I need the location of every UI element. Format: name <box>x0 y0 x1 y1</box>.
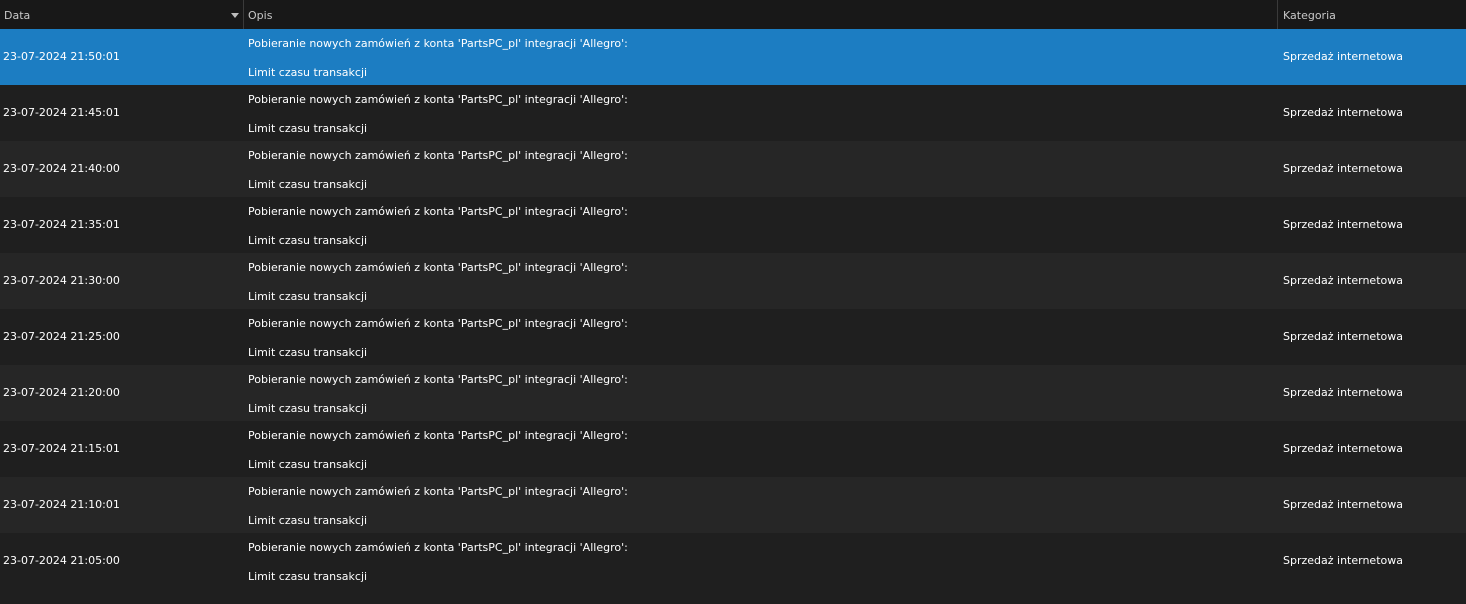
row-description-line1: Pobieranie nowych zamówień z konta 'Part… <box>248 373 628 386</box>
row-date: 23-07-2024 21:35:01 <box>3 218 120 231</box>
row-description-line2: Limit czasu transakcji <box>248 290 368 303</box>
row-description-line1: Pobieranie nowych zamówień z konta 'Part… <box>248 429 628 442</box>
column-header-date-label: Data <box>4 9 31 22</box>
row-description-line2: Limit czasu transakcji <box>248 570 368 583</box>
column-header-category[interactable]: Kategoria <box>1278 0 1466 29</box>
table-row[interactable]: 23-07-2024 21:10:01 Pobieranie nowych zam… <box>0 477 1466 533</box>
log-rows: 23-07-2024 21:50:01 Pobieranie nowych zam… <box>0 29 1466 589</box>
row-description-line1: Pobieranie nowych zamówień z konta 'Part… <box>248 93 628 106</box>
row-description-line2: Limit czasu transakcji <box>248 122 368 135</box>
column-header-description-label: Opis <box>248 9 273 22</box>
sort-descending-icon[interactable] <box>231 13 239 18</box>
row-description-line2: Limit czasu transakcji <box>248 402 368 415</box>
row-date: 23-07-2024 21:45:01 <box>3 106 120 119</box>
row-category: Sprzedaż internetowa <box>1283 106 1403 119</box>
row-category: Sprzedaż internetowa <box>1283 330 1403 343</box>
row-description-line1: Pobieranie nowych zamówień z konta 'Part… <box>248 541 628 554</box>
row-description-line1: Pobieranie nowych zamówień z konta 'Part… <box>248 37 628 50</box>
row-category: Sprzedaż internetowa <box>1283 274 1403 287</box>
table-row[interactable]: 23-07-2024 21:15:01 Pobieranie nowych zam… <box>0 421 1466 477</box>
column-header-date[interactable]: Data <box>0 0 244 29</box>
row-date: 23-07-2024 21:20:00 <box>3 386 120 399</box>
log-grid: Data Opis Kategoria 23-07-2024 21:50:01 P… <box>0 0 1466 604</box>
row-date: 23-07-2024 21:05:00 <box>3 554 120 567</box>
row-category: Sprzedaż internetowa <box>1283 498 1403 511</box>
row-description-line2: Limit czasu transakcji <box>248 514 368 527</box>
column-header-category-label: Kategoria <box>1283 9 1336 22</box>
table-row[interactable]: 23-07-2024 21:50:01 Pobieranie nowych zam… <box>0 29 1466 85</box>
row-category: Sprzedaż internetowa <box>1283 162 1403 175</box>
row-description-line2: Limit czasu transakcji <box>248 346 368 359</box>
table-row[interactable]: 23-07-2024 21:45:01 Pobieranie nowych zam… <box>0 85 1466 141</box>
row-date: 23-07-2024 21:50:01 <box>3 50 120 63</box>
row-description-line1: Pobieranie nowych zamówień z konta 'Part… <box>248 149 628 162</box>
row-description-line1: Pobieranie nowych zamówień z konta 'Part… <box>248 205 628 218</box>
table-row[interactable]: 23-07-2024 21:40:00 Pobieranie nowych zam… <box>0 141 1466 197</box>
column-header-description[interactable]: Opis <box>244 0 1278 29</box>
row-description-line2: Limit czasu transakcji <box>248 234 368 247</box>
table-row[interactable]: 23-07-2024 21:35:01 Pobieranie nowych zam… <box>0 197 1466 253</box>
column-header-row: Data Opis Kategoria <box>0 0 1466 30</box>
row-category: Sprzedaż internetowa <box>1283 218 1403 231</box>
row-description-line1: Pobieranie nowych zamówień z konta 'Part… <box>248 485 628 498</box>
row-description-line1: Pobieranie nowych zamówień z konta 'Part… <box>248 261 628 274</box>
table-row[interactable]: 23-07-2024 21:05:00 Pobieranie nowych zam… <box>0 533 1466 589</box>
row-category: Sprzedaż internetowa <box>1283 386 1403 399</box>
row-category: Sprzedaż internetowa <box>1283 554 1403 567</box>
row-description-line2: Limit czasu transakcji <box>248 178 368 191</box>
table-row[interactable]: 23-07-2024 21:25:00 Pobieranie nowych zam… <box>0 309 1466 365</box>
row-date: 23-07-2024 21:15:01 <box>3 442 120 455</box>
row-date: 23-07-2024 21:40:00 <box>3 162 120 175</box>
row-category: Sprzedaż internetowa <box>1283 442 1403 455</box>
row-category: Sprzedaż internetowa <box>1283 50 1403 63</box>
row-date: 23-07-2024 21:30:00 <box>3 274 120 287</box>
table-row[interactable]: 23-07-2024 21:30:00 Pobieranie nowych zam… <box>0 253 1466 309</box>
row-description-line2: Limit czasu transakcji <box>248 458 368 471</box>
table-row[interactable]: 23-07-2024 21:20:00 Pobieranie nowych zam… <box>0 365 1466 421</box>
row-date: 23-07-2024 21:10:01 <box>3 498 120 511</box>
row-date: 23-07-2024 21:25:00 <box>3 330 120 343</box>
row-description-line1: Pobieranie nowych zamówień z konta 'Part… <box>248 317 628 330</box>
row-description-line2: Limit czasu transakcji <box>248 66 368 79</box>
